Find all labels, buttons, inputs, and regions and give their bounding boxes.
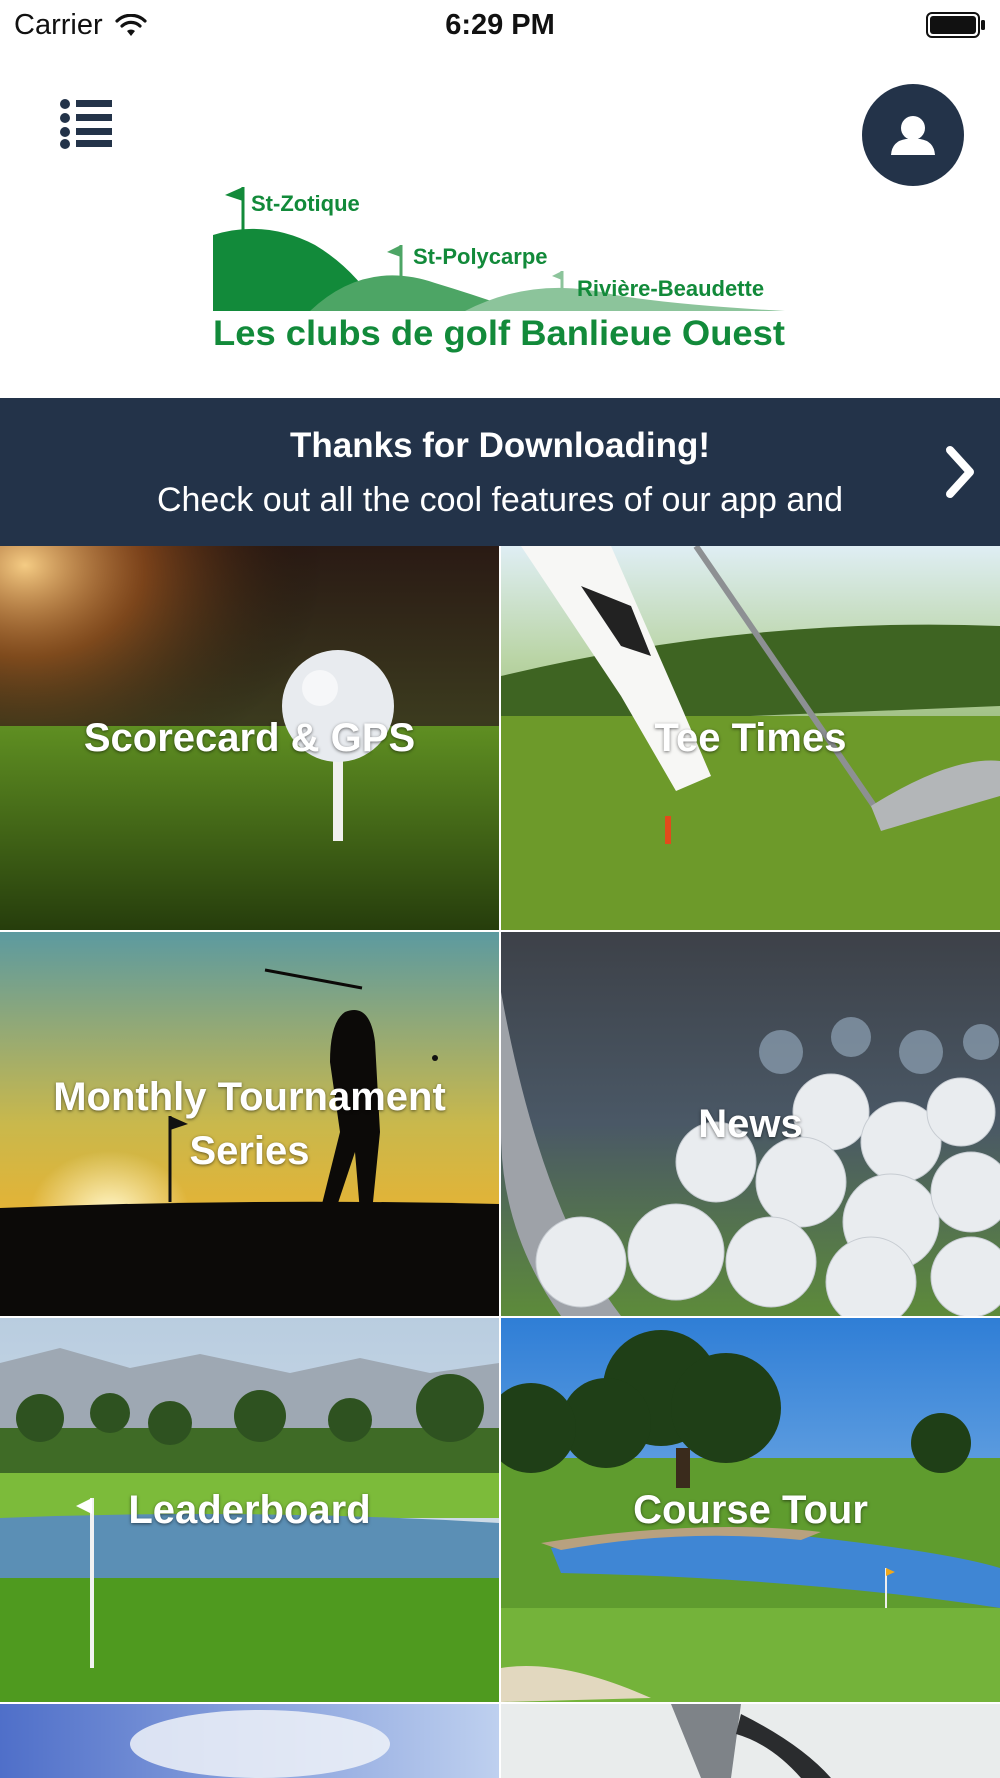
tile-course-tour[interactable]: Course Tour — [501, 1318, 1000, 1702]
tile-leaderboard[interactable]: Leaderboard — [0, 1318, 499, 1702]
welcome-banner[interactable]: Thanks for Downloading! Check out all th… — [0, 398, 1000, 546]
menu-button[interactable] — [56, 94, 116, 150]
person-icon — [891, 116, 935, 155]
logo-course-1: St-Zotique — [251, 191, 360, 216]
club-logo: St-Zotique St-Polycarpe Rivière-Beaudett… — [205, 135, 805, 365]
tile-label: Monthly Tournament Series — [53, 1075, 446, 1173]
battery-icon — [926, 12, 985, 38]
logo-club-name: Les clubs de golf Banlieue Ouest — [213, 314, 785, 353]
status-bar: Carrier 6:29 PM — [0, 0, 1000, 50]
banner-title: Thanks for Downloading! — [290, 426, 710, 465]
golfer-swing-image — [501, 1704, 1000, 1778]
list-icon — [60, 99, 112, 149]
app-header: St-Zotique St-Polycarpe Rivière-Beaudett… — [0, 50, 1000, 398]
tile-monthly-tournament[interactable]: Monthly Tournament Series — [0, 932, 499, 1316]
tile-partial-right[interactable] — [501, 1704, 1000, 1778]
logo-course-2: St-Polycarpe — [413, 244, 548, 269]
chevron-right-icon[interactable] — [942, 442, 978, 502]
logo-course-3: Rivière-Beaudette — [577, 276, 764, 301]
profile-button[interactable] — [862, 84, 964, 186]
tile-label: Scorecard & GPS — [83, 716, 416, 760]
tile-label: News — [698, 1102, 803, 1146]
tile-news[interactable]: News — [501, 932, 1000, 1316]
tile-tee-times[interactable]: Tee Times — [501, 546, 1000, 930]
tile-label: Tee Times — [654, 716, 847, 760]
tile-label: Course Tour — [633, 1488, 868, 1532]
sky-image — [0, 1704, 499, 1778]
tile-label: Leaderboard — [128, 1488, 371, 1532]
tile-scorecard-gps[interactable]: Scorecard & GPS — [0, 546, 499, 930]
banner-text: Check out all the cool features of our a… — [156, 481, 844, 519]
status-time: 6:29 PM — [445, 9, 555, 41]
tile-partial-left[interactable] — [0, 1704, 499, 1778]
